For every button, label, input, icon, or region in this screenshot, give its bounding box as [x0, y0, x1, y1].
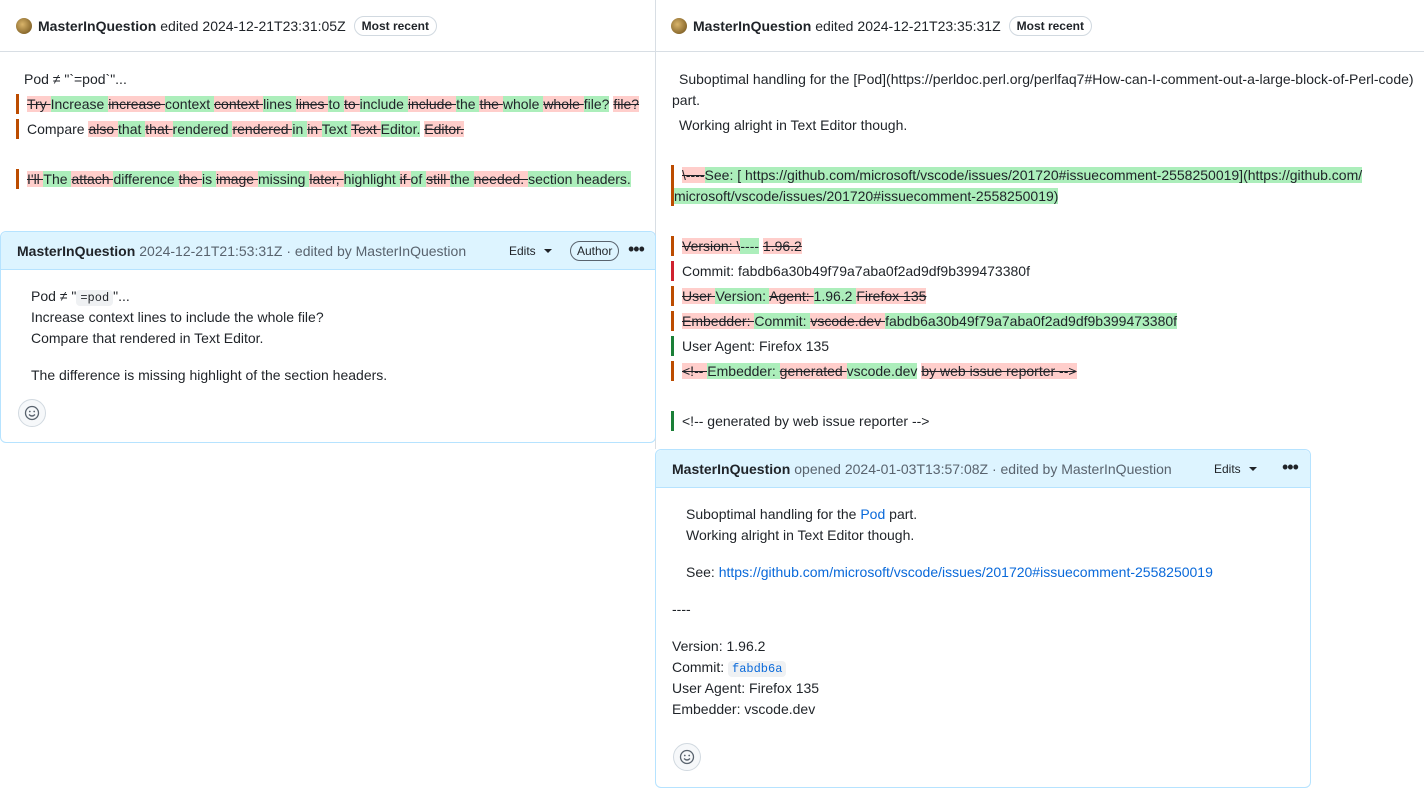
comment-line: ----: [672, 601, 691, 617]
comment-author[interactable]: MasterInQuestion: [672, 461, 790, 477]
diff-line: part.: [672, 92, 701, 108]
diff-added-marker: [671, 336, 674, 356]
comment-meta: opened 2024-01-03T13:57:08Z · edited by …: [794, 460, 1172, 477]
comment-line: See: https://github.com/microsoft/vscode…: [686, 564, 1213, 580]
issue-body-card: MasterInQuestion opened 2024-01-03T13:57…: [655, 449, 1311, 788]
add-reaction-button[interactable]: [673, 743, 701, 771]
most-recent-badge: Most recent: [1008, 15, 1092, 36]
diff-line: Try Increase increase context context li…: [27, 96, 640, 112]
author-badge: Author: [570, 241, 620, 261]
diff-line: I'll The attach difference the is image …: [27, 171, 631, 187]
comment-line: Increase context lines to include the wh…: [31, 309, 324, 325]
diff-line: Working alright in Text Editor though.: [679, 117, 908, 133]
diff-line-wrap: microsoft/vscode/issues/201720#issuecomm…: [674, 188, 1059, 204]
comment-card: MasterInQuestion 2024-12-21T21:53:31Z · …: [0, 231, 656, 443]
diff-change-marker: [16, 119, 19, 139]
inline-code: =pod: [76, 290, 114, 306]
diff-line: <!-- generated by web issue reporter -->: [682, 413, 930, 429]
avatar[interactable]: [671, 17, 687, 34]
diff-line: User Version: Agent: 1.96.2 Firefox 135: [682, 288, 927, 304]
comment-author[interactable]: MasterInQuestion: [17, 243, 135, 259]
comment-line: Version: 1.96.2: [672, 638, 766, 654]
username[interactable]: MasterInQuestion: [693, 18, 811, 34]
edits-dropdown[interactable]: Edits: [1214, 462, 1257, 476]
comment-line: Commit: fabdb6a: [672, 657, 787, 679]
pod-link[interactable]: Pod: [860, 506, 885, 522]
comment-line: Pod ≠ " =pod "...: [31, 288, 130, 306]
edit-action: edited: [160, 17, 199, 34]
diff-added-marker: [671, 411, 674, 431]
add-reaction-button[interactable]: [18, 399, 46, 427]
diff-line: Version: \---- 1.96.2: [682, 238, 802, 254]
diff-line: \----See: [ https://github.com/microsoft…: [682, 167, 1363, 183]
comment-line: Embedder: vscode.dev: [672, 701, 816, 717]
comment-line: Suboptimal handling for the Pod part.: [686, 506, 918, 522]
comment-header: MasterInQuestion opened 2024-01-03T13:57…: [656, 450, 1310, 488]
more-options-icon[interactable]: •••: [1282, 458, 1299, 476]
edit-action: edited: [815, 17, 854, 34]
comment-line: User Agent: Firefox 135: [672, 680, 820, 696]
smiley-icon: [679, 749, 695, 765]
diff-change-marker: [671, 286, 674, 306]
comment-header: MasterInQuestion 2024-12-21T21:53:31Z · …: [1, 232, 655, 270]
diff-line: Commit: fabdb6a30b49f79a7aba0f2ad9df9b39…: [682, 263, 1030, 279]
diff-change-marker: [671, 236, 674, 256]
most-recent-badge: Most recent: [353, 15, 437, 36]
diff-line: Compare also that that rendered rendered…: [27, 121, 464, 137]
diff-change-marker: [671, 311, 674, 331]
comment-meta: 2024-12-21T21:53:31Z · edited by MasterI…: [139, 242, 467, 259]
diff-line: <!-- Embedder: generated vscode.dev by w…: [682, 363, 1077, 379]
chevron-down-icon: [543, 249, 552, 253]
diff-line: Suboptimal handling for the [Pod](https:…: [679, 71, 1414, 87]
diff-line: User Agent: Firefox 135: [682, 338, 830, 354]
diff-change-marker: [16, 169, 19, 189]
left-pane-header: MasterInQuestion edited 2024-12-21T23:31…: [0, 0, 655, 52]
edits-dropdown[interactable]: Edits: [509, 244, 552, 258]
comment-line: Compare that rendered in Text Editor.: [31, 330, 264, 346]
issue-link[interactable]: https://github.com/microsoft/vscode/issu…: [719, 564, 1213, 580]
chevron-down-icon: [1248, 467, 1257, 471]
diff-removed-marker: [671, 261, 674, 281]
smiley-icon: [24, 405, 40, 421]
avatar[interactable]: [16, 17, 32, 34]
diff-change-marker: [16, 94, 19, 114]
commit-link[interactable]: fabdb6a: [728, 661, 787, 677]
edit-timestamp: 2024-12-21T23:35:31Z: [857, 17, 1001, 34]
comment-line: The difference is missing highlight of t…: [31, 367, 388, 383]
comment-line: Working alright in Text Editor though.: [686, 527, 915, 543]
edit-timestamp: 2024-12-21T23:31:05Z: [202, 17, 346, 34]
more-options-icon[interactable]: •••: [628, 240, 645, 258]
diff-line-title: Pod ≠ "`=pod`"...: [24, 71, 127, 87]
right-pane-header: MasterInQuestion edited 2024-12-21T23:35…: [656, 0, 1424, 52]
username[interactable]: MasterInQuestion: [38, 18, 156, 34]
diff-line: Embedder: Commit: vscode.dev fabdb6a30b4…: [682, 313, 1178, 329]
diff-change-marker: [671, 361, 674, 381]
